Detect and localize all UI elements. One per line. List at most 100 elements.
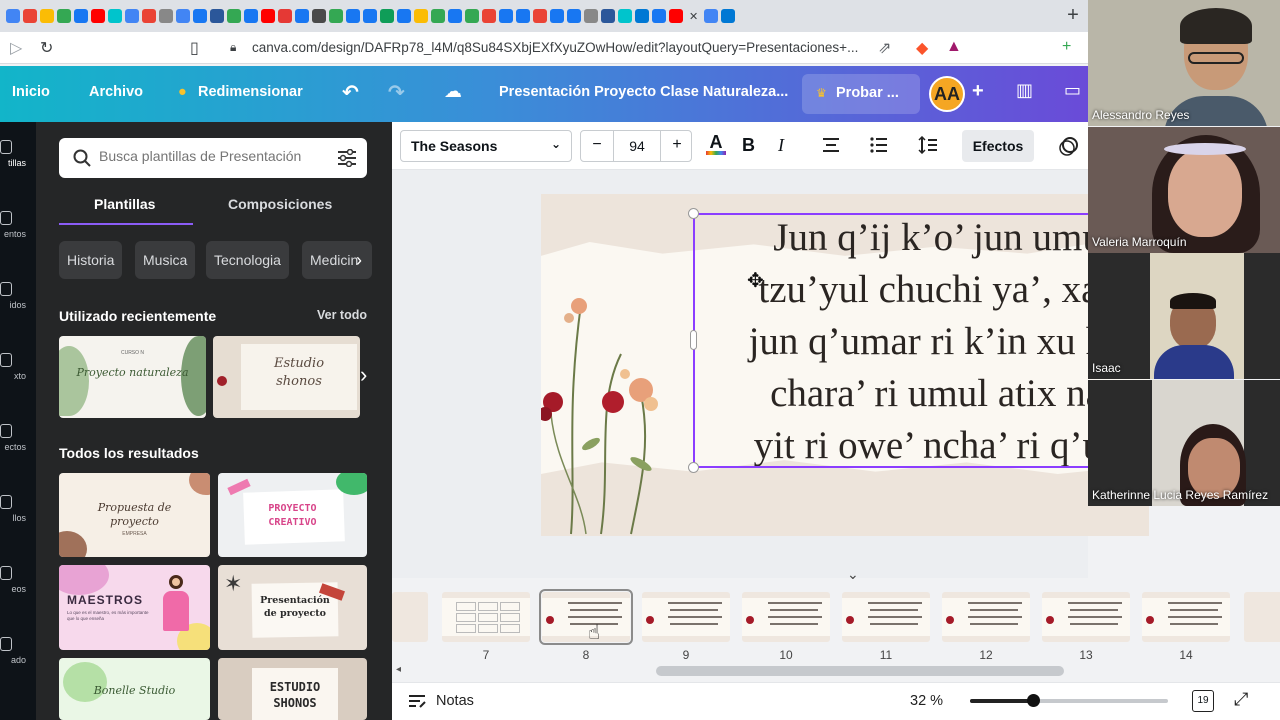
resize-handle-side[interactable]	[690, 330, 697, 350]
resize-button[interactable]: Redimensionar	[198, 84, 303, 100]
browser-tab[interactable]	[380, 9, 394, 23]
browser-tab[interactable]	[329, 9, 343, 23]
browser-tab[interactable]	[397, 9, 411, 23]
chip-tecnologia[interactable]: Tecnologia	[206, 241, 289, 279]
browser-tab[interactable]	[210, 9, 224, 23]
bookmark-icon[interactable]: ▯	[190, 38, 199, 58]
browser-tab[interactable]	[23, 9, 37, 23]
rail-item[interactable]: idos	[0, 282, 36, 310]
try-pro-button[interactable]: ♛ Probar ...	[802, 74, 920, 114]
browser-tab[interactable]	[312, 9, 326, 23]
line-spacing-icon[interactable]	[918, 136, 938, 154]
resize-handle-top[interactable]	[688, 208, 699, 219]
page-thumbnail[interactable]	[842, 592, 930, 642]
page-thumbnail[interactable]	[742, 592, 830, 642]
reload-icon[interactable]: ↻	[40, 38, 53, 58]
chip-musica[interactable]: Musica	[135, 241, 196, 279]
recent-next-icon[interactable]: ›	[360, 362, 367, 388]
decrease-size-button[interactable]: −	[581, 136, 613, 154]
italic-icon[interactable]: I	[778, 135, 784, 156]
align-center-icon[interactable]	[822, 137, 840, 153]
template-search-input[interactable]	[99, 148, 319, 164]
page-thumbnail[interactable]	[1142, 592, 1230, 642]
zoom-slider[interactable]	[970, 694, 1168, 707]
analytics-icon[interactable]: ▥	[1016, 80, 1033, 101]
add-collaborator-icon[interactable]: +	[972, 80, 984, 103]
result-template-2[interactable]: PROYECTO CREATIVO	[218, 473, 367, 557]
close-tab-icon[interactable]: ✕	[689, 10, 698, 23]
browser-tab[interactable]	[6, 9, 20, 23]
browser-tab[interactable]	[618, 9, 632, 23]
browser-tab[interactable]	[721, 9, 736, 23]
browser-tab[interactable]	[482, 9, 496, 23]
partial-page-thumbnail-right[interactable]	[1244, 592, 1280, 642]
rail-item[interactable]: eos	[0, 566, 36, 594]
browser-tab[interactable]	[567, 9, 581, 23]
page-thumbnail[interactable]	[442, 592, 530, 642]
increase-size-button[interactable]: +	[661, 136, 693, 154]
browser-tab[interactable]	[533, 9, 547, 23]
present-icon[interactable]: ▭	[1064, 80, 1081, 101]
browser-tab[interactable]	[57, 9, 71, 23]
user-avatar[interactable]: AA	[929, 76, 965, 112]
rail-item[interactable]: entos	[0, 211, 36, 239]
page-thumbnail[interactable]	[539, 589, 633, 645]
chip-historia[interactable]: Historia	[59, 241, 123, 279]
browser-tab[interactable]	[704, 9, 719, 23]
rail-item[interactable]: xto	[0, 353, 36, 381]
zoom-slider-knob[interactable]	[1027, 694, 1041, 707]
zoom-percent[interactable]: 32 %	[910, 693, 943, 709]
chevron-right-icon[interactable]: ›	[356, 250, 362, 271]
browser-tab[interactable]	[91, 9, 105, 23]
share-icon[interactable]: ⇗	[878, 38, 891, 58]
effects-button[interactable]: Efectos	[962, 130, 1034, 162]
rail-item[interactable]: ado	[0, 637, 36, 665]
tab-compositions[interactable]: Composiciones	[228, 196, 332, 212]
page-thumbnail[interactable]	[942, 592, 1030, 642]
design-title[interactable]: Presentación Proyecto Clase Naturaleza..…	[499, 84, 788, 100]
new-tab-icon[interactable]: +	[1062, 4, 1084, 26]
page-thumbnail[interactable]	[642, 592, 730, 642]
resize-handle-bottom[interactable]	[688, 462, 699, 473]
partial-page-thumbnail[interactable]	[392, 592, 428, 642]
animate-icon[interactable]	[1058, 135, 1080, 157]
rail-item[interactable]: tillas	[0, 140, 36, 168]
tab-templates[interactable]: Plantillas	[94, 196, 155, 212]
browser-tab[interactable]	[125, 9, 139, 23]
browser-tab[interactable]	[431, 9, 445, 23]
redo-icon[interactable]: ↷	[388, 80, 405, 105]
home-button[interactable]: Inicio	[12, 84, 50, 100]
template-search-box[interactable]	[59, 138, 367, 178]
result-template-5[interactable]: Bonelle Studio	[59, 658, 210, 720]
browser-tab[interactable]	[40, 9, 54, 23]
url-field[interactable]: canva.com/design/DAFRp78_l4M/q8Su84SXbjE…	[252, 36, 912, 60]
browser-tab[interactable]	[652, 9, 666, 23]
slide-canvas[interactable]: Jun q’ij k’o’ jun umul tzu’yul chuchi ya…	[541, 194, 1149, 536]
browser-tab[interactable]	[108, 9, 122, 23]
see-all-link[interactable]: Ver todo	[317, 308, 367, 322]
brave-rewards-icon[interactable]: ▲	[946, 38, 962, 56]
browser-tab[interactable]	[550, 9, 564, 23]
forward-icon[interactable]: ▷	[10, 38, 22, 58]
browser-tab[interactable]	[669, 9, 683, 23]
page-thumbnail[interactable]	[1042, 592, 1130, 642]
file-menu-button[interactable]: Archivo	[89, 84, 143, 100]
filmstrip-scrollbar[interactable]	[656, 666, 1064, 676]
filter-icon[interactable]	[337, 149, 357, 167]
sidebar-plus-icon[interactable]: +	[1062, 38, 1071, 56]
browser-tab[interactable]	[363, 9, 377, 23]
brave-shield-icon[interactable]: ◆	[916, 38, 928, 58]
browser-tab[interactable]	[516, 9, 530, 23]
browser-tab[interactable]	[159, 9, 173, 23]
text-color-icon[interactable]: A	[706, 132, 726, 160]
browser-tab[interactable]	[448, 9, 462, 23]
font-family-select[interactable]: The Seasons ⌄	[400, 130, 572, 162]
browser-tab[interactable]	[74, 9, 88, 23]
browser-tab[interactable]	[193, 9, 207, 23]
notes-button[interactable]: Notas	[436, 693, 474, 709]
rail-item[interactable]: llos	[0, 495, 36, 523]
recent-template-nature[interactable]: CURSO N Proyecto naturaleza	[59, 336, 206, 418]
browser-tab[interactable]	[244, 9, 258, 23]
result-template-1[interactable]: Propuesta de proyecto EMPRESA	[59, 473, 210, 557]
browser-tab[interactable]	[499, 9, 513, 23]
